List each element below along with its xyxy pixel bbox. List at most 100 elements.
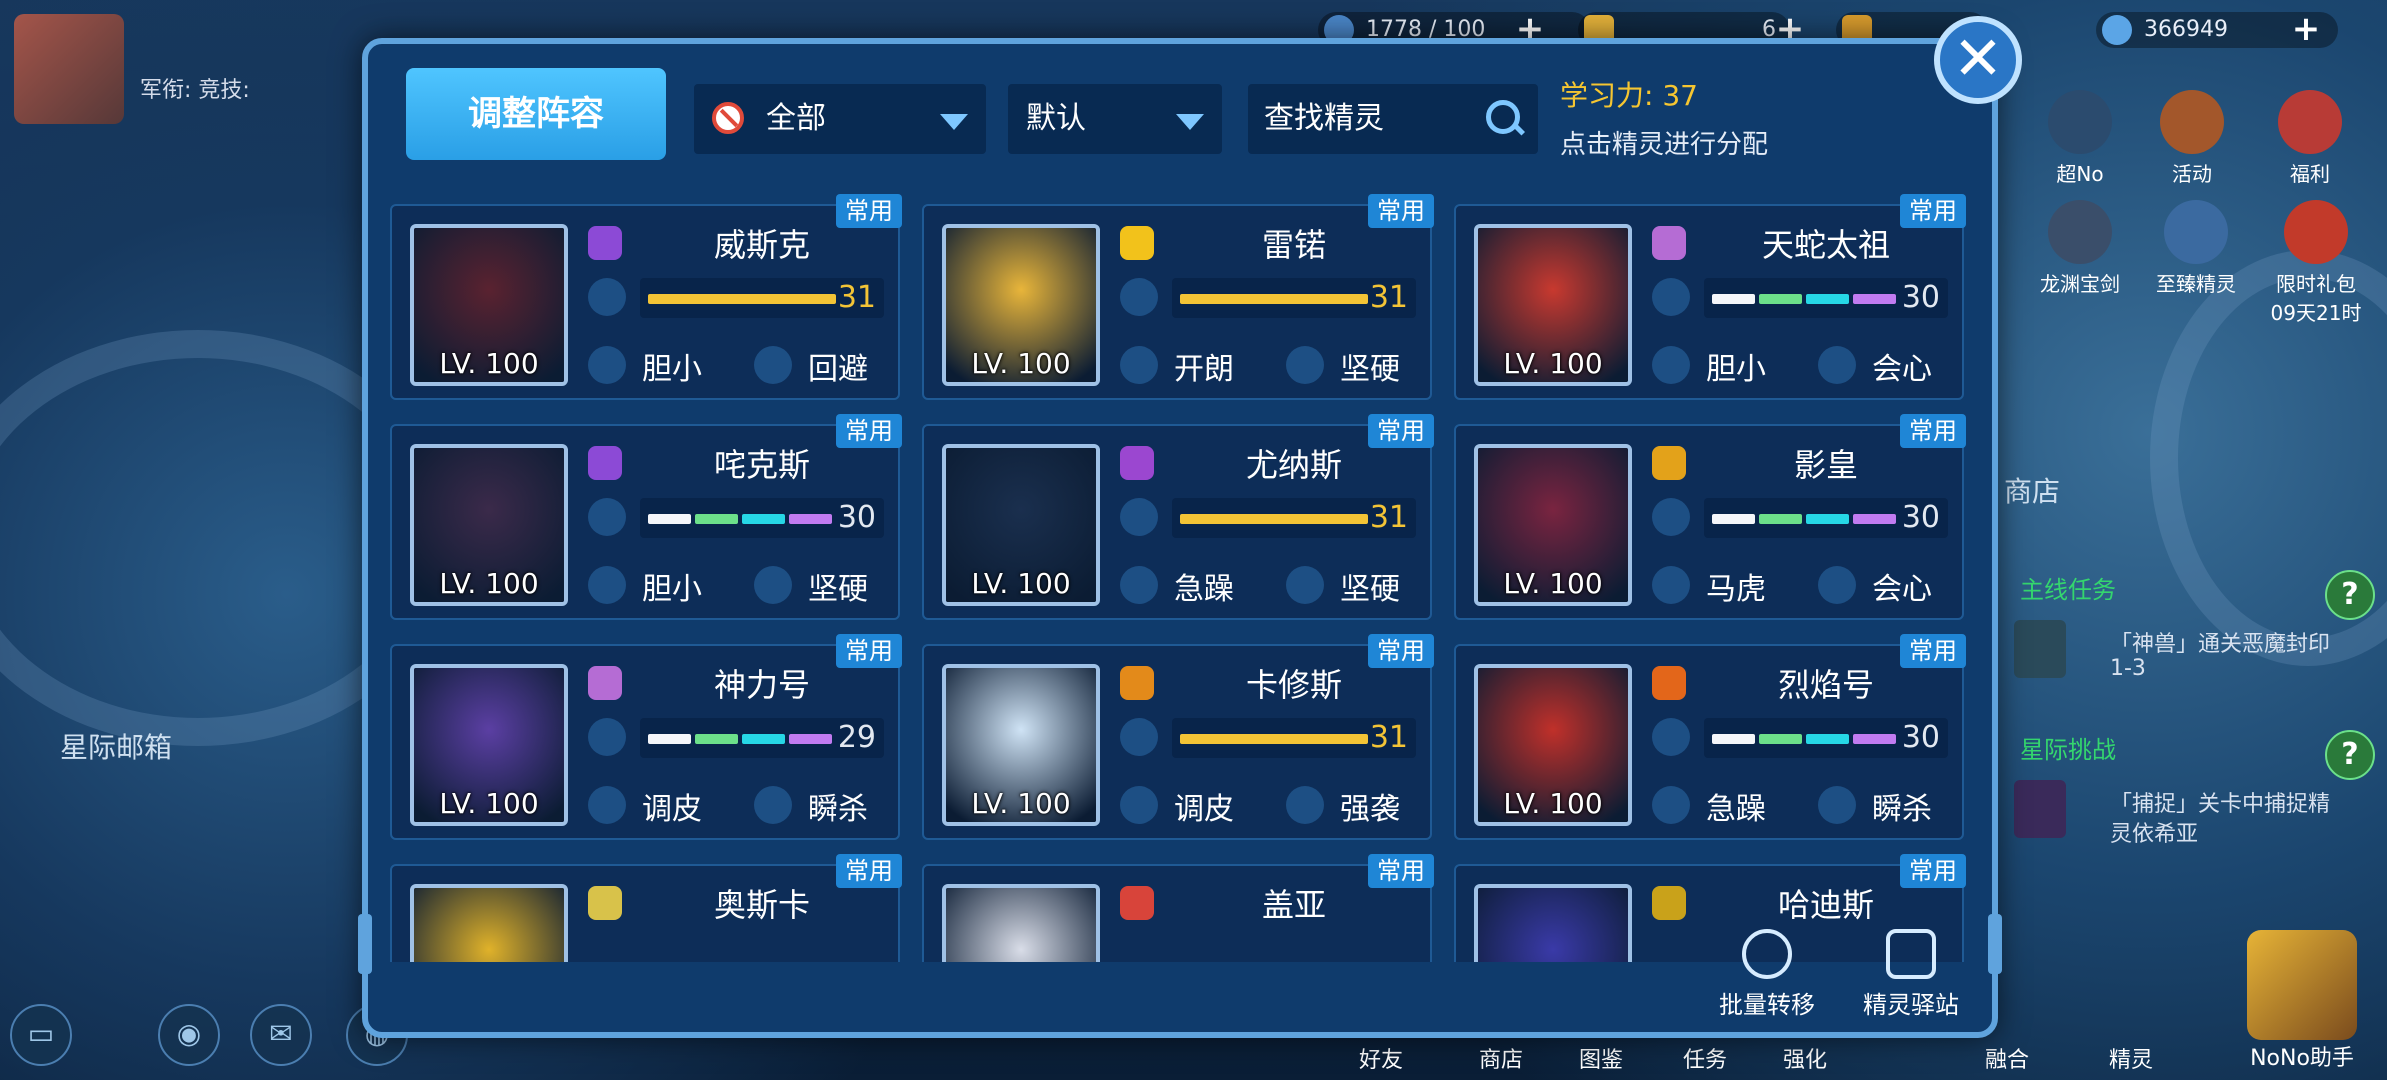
learning-bar-segment	[742, 514, 785, 524]
task-main[interactable]: 主线任务 ? 「神兽」通关恶魔封印 1-3	[2000, 570, 2387, 700]
nav-friends[interactable]: 好友	[1346, 1042, 1416, 1074]
pet-card[interactable]: 常用 LV. 100 影皇 30 马虎 会心	[1454, 414, 1966, 620]
nav-codex[interactable]: 图鉴	[1566, 1042, 1636, 1074]
sort-dropdown[interactable]: 默认	[1008, 84, 1222, 154]
add-coin-button[interactable]: +	[2290, 12, 2322, 46]
element-filter-dropdown[interactable]: 全部	[694, 84, 986, 154]
menu-supreme-pet[interactable]: 至臻精灵	[2126, 200, 2266, 297]
element-type-icon	[1652, 226, 1686, 260]
pet-name: 烈焰号	[1777, 666, 1874, 704]
pet-portrait: LV. 100	[1474, 444, 1632, 606]
nature-icon	[1652, 786, 1690, 824]
pet-nature: 开朗	[1174, 352, 1234, 387]
learning-bar-segment	[648, 734, 691, 744]
pet-stat-value: 29	[837, 720, 876, 755]
pet-name: 天蛇太祖	[1761, 226, 1890, 264]
pet-name: 尤纳斯	[1245, 446, 1342, 484]
batch-transfer-button[interactable]: 批量转移	[1702, 929, 1832, 1020]
nav-tasks[interactable]: 任务	[1670, 1042, 1740, 1074]
pet-search-input[interactable]: 查找精灵	[1248, 84, 1538, 154]
avatar[interactable]	[14, 14, 124, 124]
menu-activity[interactable]: 活动	[2132, 90, 2252, 187]
element-type-icon	[1120, 886, 1154, 920]
pet-card[interactable]: 常用 LV. 100 尤纳斯 31 急躁 坚硬	[922, 414, 1434, 620]
pet-nature: 马虎	[1706, 572, 1766, 607]
pet-card[interactable]: 常用 LV. 100 天蛇太祖 30 胆小 会心	[1454, 194, 1966, 400]
learning-power: 学习力: 37	[1560, 74, 1698, 114]
planet-coin-icon	[2102, 15, 2132, 45]
chat-icon[interactable]: ▭	[10, 1004, 72, 1066]
feature-icon	[1286, 786, 1324, 824]
learning-bar-segment	[789, 734, 832, 744]
nav-fusion[interactable]: 融合	[1972, 1042, 2042, 1074]
trophy-icon	[2160, 90, 2224, 154]
pet-card[interactable]: 常用 LV. 100 卡修斯 31 调皮 强袭	[922, 634, 1434, 840]
pet-nature: 胆小	[642, 572, 702, 607]
menu-super-no[interactable]: 超No	[2020, 90, 2140, 187]
element-type-icon	[1120, 666, 1154, 700]
search-placeholder: 查找精灵	[1264, 101, 1384, 136]
learning-value: 37	[1662, 79, 1698, 112]
pet-name: 影皇	[1793, 446, 1858, 484]
pet-grid: 常用 LV. 100 威斯克 31 胆小 回避 常用 LV. 100 雷锘 31…	[390, 192, 1972, 962]
learning-bar-fill	[1180, 734, 1368, 744]
task-challenge[interactable]: 星际挑战 ? 「捕捉」关卡中捕捉精 灵依希亚	[2000, 730, 2387, 860]
nav-enhance[interactable]: 强化	[1770, 1042, 1840, 1074]
learning-bar-segment	[742, 734, 785, 744]
feature-icon	[1286, 566, 1324, 604]
learning-bar-segment	[1806, 514, 1849, 524]
question-icon[interactable]: ?	[2325, 730, 2375, 780]
pet-level: LV. 100	[971, 347, 1071, 380]
pet-stat-value: 30	[837, 500, 876, 535]
mailbox-label[interactable]: 星际邮箱	[60, 726, 172, 766]
sword-icon	[2048, 200, 2112, 264]
menu-welfare[interactable]: 福利	[2250, 90, 2370, 187]
pet-name: 雷锘	[1261, 226, 1326, 264]
menu-limited-pack[interactable]: 限时礼包 09天21时	[2246, 200, 2386, 326]
shop-label[interactable]: 商店	[2004, 470, 2060, 510]
profile-rank-text: 军衔: 竞技:	[140, 78, 250, 103]
pet-card[interactable]: 常用 LV. 100 盖亚	[922, 854, 1434, 962]
learning-bar-segment	[1806, 294, 1849, 304]
task-item-icon	[2014, 780, 2066, 838]
pet-nature: 调皮	[642, 792, 702, 827]
scroll-handle-left[interactable]	[358, 914, 372, 974]
close-button[interactable]: ✕	[1934, 16, 2022, 104]
learning-bar-segment	[648, 514, 691, 524]
stats-icon	[588, 498, 626, 536]
eye-icon[interactable]: ◉	[158, 1004, 220, 1066]
pet-card[interactable]: 常用 LV. 100 威斯克 31 胆小 回避	[390, 194, 902, 400]
learning-bar: 31	[1172, 278, 1416, 318]
ban-icon	[712, 102, 744, 134]
station-label: 精灵驿站	[1863, 991, 1959, 1019]
pet-level: LV. 100	[439, 347, 539, 380]
pet-station-button[interactable]: 精灵驿站	[1846, 929, 1976, 1020]
nature-icon	[588, 786, 626, 824]
pet-image	[946, 888, 1096, 962]
pet-card[interactable]: 常用 LV. 100 咤克斯 30 胆小 坚硬	[390, 414, 902, 620]
pet-stat-value: 31	[837, 280, 876, 315]
learning-bar: 30	[640, 498, 884, 538]
pet-portrait: LV. 100	[1474, 884, 1632, 962]
adjust-team-button[interactable]: 调整阵容	[406, 68, 666, 160]
player-profile[interactable]	[8, 6, 138, 126]
pet-feature: 会心	[1872, 572, 1932, 607]
sort-value: 默认	[1026, 101, 1086, 136]
search-icon[interactable]	[1486, 100, 1520, 134]
nono-assistant[interactable]: NoNo助手	[2227, 930, 2377, 1072]
nature-icon	[588, 346, 626, 384]
pet-card[interactable]: 常用 LV. 100 雷锘 31 开朗 坚硬	[922, 194, 1434, 400]
pet-card[interactable]: 常用 LV. 100 烈焰号 30 急躁 瞬杀	[1454, 634, 1966, 840]
mail-icon[interactable]: ✉	[250, 1004, 312, 1066]
pet-card[interactable]: 常用 LV. 100 神力号 29 调皮 瞬杀	[390, 634, 902, 840]
pet-card[interactable]: 常用 LV. 100 奥斯卡	[390, 854, 902, 962]
nav-pets[interactable]: 精灵	[2096, 1042, 2166, 1074]
scroll-handle-right[interactable]	[1988, 914, 2002, 974]
pet-portrait: LV. 100	[410, 884, 568, 962]
nav-shop[interactable]: 商店	[1466, 1042, 1536, 1074]
pet-feature: 回避	[808, 352, 868, 387]
question-icon[interactable]: ?	[2325, 570, 2375, 620]
nono-robot-icon	[2247, 930, 2357, 1040]
feature-icon	[1818, 786, 1856, 824]
pet-feature: 坚硬	[808, 572, 868, 607]
